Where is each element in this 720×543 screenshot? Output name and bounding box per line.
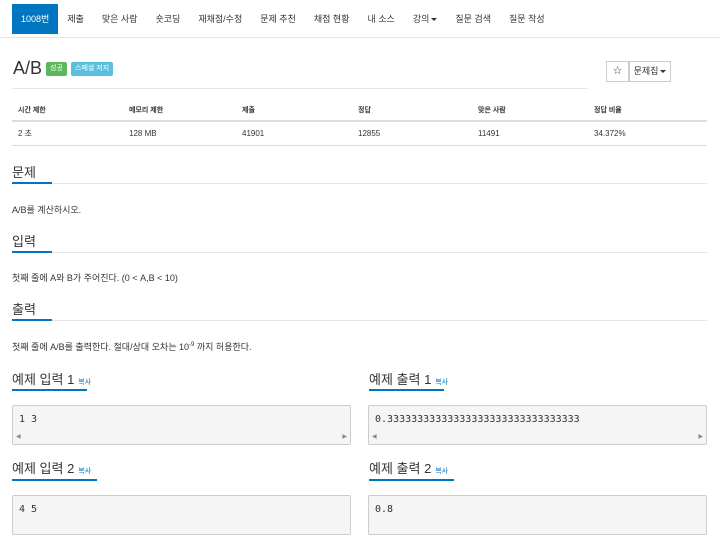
copy-input-1-link[interactable]: 복사	[78, 379, 91, 386]
nav-solvers[interactable]: 맞은 사람	[93, 0, 147, 38]
nav-submit[interactable]: 제출	[58, 0, 93, 38]
nav-lecture-dropdown[interactable]: 강의	[404, 0, 447, 38]
example-output-1-heading: 예제 출력 1 복사	[369, 369, 448, 388]
caret-down-icon	[431, 17, 438, 21]
header-accepted: 정답	[352, 100, 472, 122]
table-header-row: 시간 제한 메모리 제한 제출 정답 맞은 사람 정답 비율	[12, 100, 707, 122]
input-section-underline	[12, 251, 52, 253]
header-solvers: 맞은 사람	[472, 100, 588, 122]
nav-status[interactable]: 채점 현황	[305, 0, 359, 38]
scroll-left-icon[interactable]: ◀	[372, 433, 377, 440]
value-submissions: 41901	[236, 121, 352, 146]
output-text-before: 첫째 줄에 A/B를 출력한다. 절대/상대 오차는 10	[12, 342, 190, 352]
nav-rejudge[interactable]: 재채점/수정	[189, 0, 251, 38]
output-section-heading: 출력	[12, 302, 36, 317]
output-section-divider	[12, 320, 707, 321]
example-output-2-value: 0.8	[375, 504, 394, 515]
example-input-1-heading: 예제 입력 1 복사	[12, 369, 91, 388]
nav-problem-number[interactable]: 1008번	[12, 3, 59, 34]
value-accepted: 12855	[352, 121, 472, 146]
nav-question-write[interactable]: 질문 작성	[500, 0, 554, 38]
output-section-underline	[12, 319, 52, 321]
input-section-divider	[12, 252, 707, 253]
problem-title: A/B	[13, 58, 43, 78]
header-accept-ratio: 정답 비율	[588, 100, 707, 122]
header-memory-limit: 메모리 제한	[123, 100, 236, 122]
nav-recommend[interactable]: 문제 추천	[251, 0, 305, 38]
star-icon: ☆	[612, 65, 623, 77]
problem-section-heading: 문제	[12, 165, 36, 180]
problem-info-table: 시간 제한 메모리 제한 제출 정답 맞은 사람 정답 비율 2 초 128 M…	[12, 100, 707, 146]
example-input-1-title: 예제 입력 1	[12, 372, 75, 387]
example-input-1-box: 1 3 ◀ ▶	[12, 405, 351, 445]
nav-lecture-label: 강의	[412, 13, 430, 24]
example-output-2-underline	[369, 479, 454, 481]
header-submissions: 제출	[236, 100, 352, 122]
example-output-1-underline	[369, 389, 444, 391]
value-accept-ratio: 34.372%	[588, 121, 707, 146]
problem-set-button[interactable]: 문제집	[629, 61, 671, 82]
example-output-1-value: 0.33333333333333333333333333333333	[375, 414, 580, 425]
caret-down-icon	[660, 70, 667, 74]
nav-question-search[interactable]: 질문 검색	[446, 0, 500, 38]
example-input-2-underline	[12, 479, 97, 481]
example-input-2-box: 4 5	[12, 495, 351, 535]
value-time-limit: 2 초	[12, 121, 123, 146]
title-divider	[12, 88, 588, 89]
favorite-button[interactable]: ☆	[606, 61, 629, 82]
example-output-2-box: 0.8	[368, 495, 707, 535]
scroll-right-icon[interactable]: ▶	[698, 433, 703, 440]
example-output-2-title: 예제 출력 2	[369, 461, 432, 476]
nav-my-source[interactable]: 내 소스	[359, 0, 404, 38]
example-output-1-title: 예제 출력 1	[369, 372, 432, 387]
top-nav: 1008번 제출 맞은 사람 숏코딩 재채점/수정 문제 추천 채점 현황 내 …	[0, 0, 720, 38]
copy-output-2-link[interactable]: 복사	[435, 468, 448, 475]
success-badge: 성공	[46, 62, 67, 76]
problem-description: A/B를 계산하시오.	[12, 205, 82, 215]
value-solvers: 11491	[472, 121, 588, 146]
input-section-heading: 입력	[12, 234, 36, 249]
problem-set-label: 문제집	[633, 66, 659, 76]
header-time-limit: 시간 제한	[12, 100, 123, 122]
input-description: 첫째 줄에 A와 B가 주어진다. (0 < A,B < 10)	[12, 273, 178, 283]
example-output-1-box: 0.33333333333333333333333333333333 ◀ ▶	[368, 405, 707, 445]
copy-output-1-link[interactable]: 복사	[435, 379, 448, 386]
problem-section-underline	[12, 182, 52, 184]
special-judge-badge: 스페셜 저지	[71, 62, 114, 76]
scroll-left-icon[interactable]: ◀	[16, 433, 21, 440]
nav-short-coding[interactable]: 숏코딩	[147, 0, 190, 38]
problem-section-divider	[12, 183, 707, 184]
example-input-2-heading: 예제 입력 2 복사	[12, 458, 91, 477]
output-description: 첫째 줄에 A/B를 출력한다. 절대/상대 오차는 10-9 까지 허용한다.	[12, 340, 252, 353]
example-input-2-title: 예제 입력 2	[12, 461, 75, 476]
scroll-right-icon[interactable]: ▶	[342, 433, 347, 440]
example-input-1-underline	[12, 389, 87, 391]
example-input-1-value: 1 3	[19, 414, 38, 425]
example-input-2-value: 4 5	[19, 504, 38, 515]
output-text-after: 까지 허용한다.	[194, 342, 252, 352]
copy-input-2-link[interactable]: 복사	[78, 468, 91, 475]
example-output-2-heading: 예제 출력 2 복사	[369, 458, 448, 477]
value-memory-limit: 128 MB	[123, 121, 236, 146]
table-row: 2 초 128 MB 41901 12855 11491 34.372%	[12, 121, 707, 146]
